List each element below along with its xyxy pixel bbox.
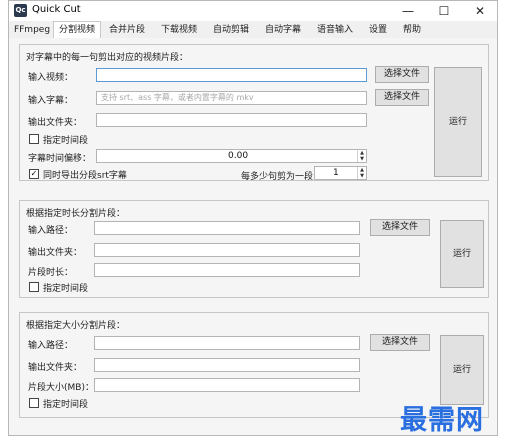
input-path-field[interactable] xyxy=(94,221,360,235)
output-folder-label: 输出文件夹： xyxy=(28,248,83,258)
input-path-field[interactable] xyxy=(94,336,360,350)
output-folder-field[interactable] xyxy=(94,243,360,257)
title-bar: Qc Quick Cut — ☐ ✕ xyxy=(9,1,497,21)
per-segment-spinbox[interactable]: 1 ▲ ▼ xyxy=(314,166,367,180)
maximize-icon[interactable]: ☐ xyxy=(426,1,462,21)
select-file-button[interactable]: 选择文件 xyxy=(370,219,430,236)
tab-settings[interactable]: 设置 xyxy=(363,23,393,38)
app-icon: Qc xyxy=(14,4,27,17)
specify-time-checkbox[interactable] xyxy=(29,282,39,292)
tab-help[interactable]: 帮助 xyxy=(397,23,427,38)
segment-length-field[interactable] xyxy=(94,263,360,277)
window-title: Quick Cut xyxy=(32,4,81,15)
input-video-label: 输入视频： xyxy=(28,73,74,83)
output-folder-label: 输出文件夹： xyxy=(28,363,83,373)
output-folder-label: 输出文件夹： xyxy=(28,118,83,128)
run-button[interactable]: 运行 xyxy=(440,335,484,405)
split-video-pane: 对字幕中的每一句剪出对应的视频片段： 输入视频： 选择文件 输入字幕： 支持 s… xyxy=(9,38,497,435)
offset-value: 0.00 xyxy=(228,151,249,161)
input-path-label: 输入路径： xyxy=(28,226,74,236)
tab-bar: FFmpeg 分割视频 合并片段 下载视频 自动剪辑 自动字幕 语音输入 设置 … xyxy=(9,21,497,39)
select-file-button[interactable]: 选择文件 xyxy=(370,334,430,351)
subtitle-split-group: 对字幕中的每一句剪出对应的视频片段： 输入视频： 选择文件 输入字幕： 支持 s… xyxy=(19,44,489,182)
tab-voice-input[interactable]: 语音输入 xyxy=(311,23,359,38)
segment-size-label: 片段大小(MB)： xyxy=(28,383,94,393)
spin-arrows-icon[interactable]: ▲ ▼ xyxy=(357,167,366,179)
duration-split-group: 根据指定时长分割片段： 输入路径： 选择文件 输出文件夹： 片段时长： 指定时间… xyxy=(19,200,489,298)
tab-auto-subtitle[interactable]: 自动字幕 xyxy=(259,23,307,38)
tab-download-video[interactable]: 下载视频 xyxy=(155,23,203,38)
per-segment-value: 1 xyxy=(333,168,339,178)
input-video-field[interactable] xyxy=(96,68,367,82)
export-srt-checkbox[interactable]: ✓ xyxy=(29,169,39,179)
specify-time-checkbox[interactable] xyxy=(29,398,39,408)
app-window: Qc Quick Cut — ☐ ✕ FFmpeg 分割视频 合并片段 下载视频… xyxy=(8,0,498,436)
offset-label: 字幕时间偏移： xyxy=(28,154,92,164)
specify-time-label: 指定时间段 xyxy=(43,136,89,146)
group-title: 根据指定大小分割片段： xyxy=(26,321,126,331)
per-segment-label: 每多少句剪为一段： xyxy=(241,172,323,182)
specify-time-label: 指定时间段 xyxy=(43,400,89,410)
group-title: 对字幕中的每一句剪出对应的视频片段： xyxy=(26,53,189,63)
tab-merge-clips[interactable]: 合并片段 xyxy=(103,23,151,38)
select-subtitle-file-button[interactable]: 选择文件 xyxy=(375,89,429,106)
input-subtitle-field[interactable]: 支持 srt、ass 字幕，或者内置字幕的 mkv xyxy=(96,91,367,105)
input-subtitle-label: 输入字幕： xyxy=(28,96,74,106)
spin-arrows-icon[interactable]: ▲ ▼ xyxy=(357,150,366,162)
specify-time-label: 指定时间段 xyxy=(43,284,89,294)
run-button[interactable]: 运行 xyxy=(434,67,482,177)
export-srt-label: 同时导出分段srt字幕 xyxy=(43,171,127,181)
output-folder-field[interactable] xyxy=(94,358,360,372)
segment-length-label: 片段时长： xyxy=(28,268,74,278)
output-folder-field[interactable] xyxy=(96,113,367,127)
segment-size-field[interactable] xyxy=(94,378,360,392)
close-icon[interactable]: ✕ xyxy=(462,1,498,21)
offset-spinbox[interactable]: 0.00 ▲ ▼ xyxy=(96,149,367,163)
specify-time-checkbox[interactable] xyxy=(29,134,39,144)
select-video-file-button[interactable]: 选择文件 xyxy=(375,66,429,83)
group-title: 根据指定时长分割片段： xyxy=(26,209,126,219)
watermark-logo: 最需网 xyxy=(400,405,484,436)
tab-split-video[interactable]: 分割视频 xyxy=(53,21,101,39)
input-path-label: 输入路径： xyxy=(28,341,74,351)
run-button[interactable]: 运行 xyxy=(440,220,484,288)
tab-auto-edit[interactable]: 自动剪辑 xyxy=(207,23,255,38)
minimize-icon[interactable]: — xyxy=(390,1,426,21)
tab-ffmpeg[interactable]: FFmpeg xyxy=(13,23,51,38)
